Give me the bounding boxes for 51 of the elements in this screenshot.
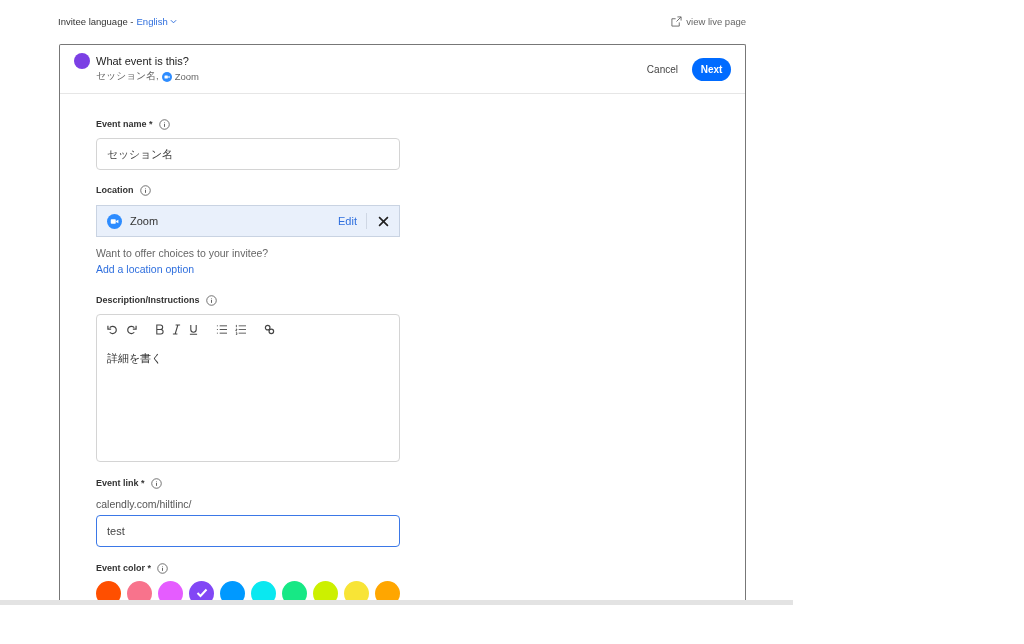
field-label: Event name * xyxy=(96,119,153,129)
edit-link[interactable]: Edit xyxy=(338,215,357,227)
field-label: Description/Instructions xyxy=(96,295,200,305)
location-name: Zoom xyxy=(130,215,160,227)
description-text: 詳細を書く xyxy=(107,351,163,366)
color-swatch[interactable] xyxy=(375,581,400,600)
color-swatch[interactable] xyxy=(251,581,276,600)
language-label: Invitee language - xyxy=(58,16,134,27)
undo-icon[interactable] xyxy=(107,324,118,335)
color-swatch[interactable] xyxy=(189,581,214,600)
add-location-link[interactable]: Add a location option xyxy=(96,263,195,275)
info-icon xyxy=(158,118,170,130)
color-swatch[interactable] xyxy=(158,581,183,600)
checkmark-icon xyxy=(195,588,208,598)
chevron-down-icon xyxy=(169,19,177,24)
info-icon xyxy=(139,184,151,196)
video-camera-icon xyxy=(107,213,122,229)
field-label: Event color * xyxy=(96,563,151,573)
info-icon xyxy=(157,562,168,574)
link-icon[interactable] xyxy=(264,324,275,335)
numbered-list-icon[interactable] xyxy=(235,324,246,335)
event-name-summary: セッション名, xyxy=(96,70,159,83)
bold-icon[interactable] xyxy=(155,324,164,335)
video-camera-icon xyxy=(161,71,172,82)
card-title: What event is this? xyxy=(96,55,190,67)
language-dropdown[interactable]: English xyxy=(136,16,177,27)
hint-text: Want to offer choices to your invitee? xyxy=(96,247,269,259)
field-label: Event link * xyxy=(96,478,145,488)
link-prefix: calendly.com/hiltlinc/ xyxy=(96,498,192,510)
event-name-field[interactable]: セッション名 xyxy=(96,138,400,170)
color-swatch[interactable] xyxy=(313,581,338,600)
location-summary: Zoom xyxy=(174,71,199,82)
external-link-icon xyxy=(671,16,683,27)
italic-icon[interactable] xyxy=(172,324,181,335)
color-swatch[interactable] xyxy=(344,581,369,600)
color-swatch[interactable] xyxy=(127,581,152,600)
description-editor[interactable]: 詳細を書く xyxy=(96,314,400,462)
info-icon xyxy=(205,294,217,306)
cancel-button[interactable]: Cancel xyxy=(646,63,678,75)
event-link-field[interactable]: test xyxy=(96,515,400,547)
next-button[interactable]: Next xyxy=(692,57,731,81)
color-swatch[interactable] xyxy=(282,581,307,600)
underline-icon[interactable] xyxy=(189,324,198,335)
redo-icon[interactable] xyxy=(126,324,137,335)
color-swatch[interactable] xyxy=(96,581,121,600)
field-label: Location xyxy=(96,185,134,195)
info-icon xyxy=(150,477,162,489)
bullet-list-icon[interactable] xyxy=(216,324,227,335)
color-swatch[interactable] xyxy=(220,581,245,600)
close-icon[interactable] xyxy=(378,215,389,227)
view-live-page-link[interactable]: view live page xyxy=(671,16,746,27)
